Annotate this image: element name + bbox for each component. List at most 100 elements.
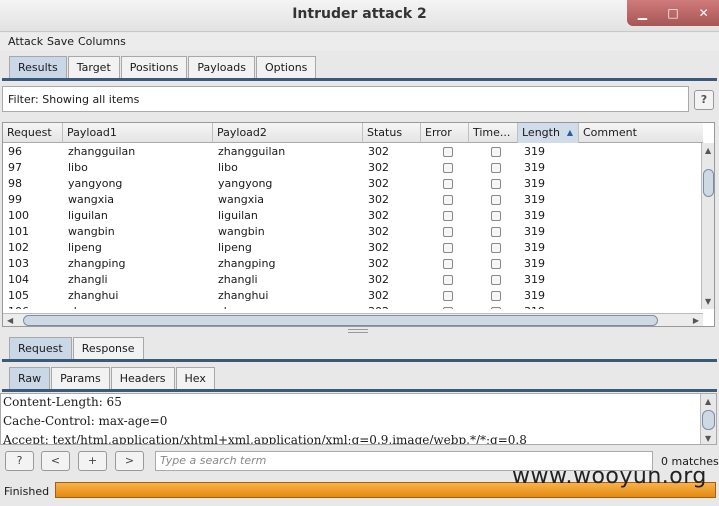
- tab-response[interactable]: Response: [72, 337, 144, 359]
- table-row[interactable]: 97 libo libo 302 319: [3, 160, 703, 176]
- cell-request: 96: [8, 145, 22, 158]
- tab-positions[interactable]: Positions: [120, 56, 188, 78]
- tab-params[interactable]: Params: [51, 367, 110, 389]
- raw-line: Cache-Control: max-age=0: [3, 414, 168, 428]
- table-body: 96 zhangguilan zhangguilan 302 319 97 libo libo…: [3, 144, 703, 309]
- next-match-button[interactable]: >: [115, 451, 144, 471]
- cell-status: 302: [368, 225, 389, 238]
- table-row[interactable]: 106 zhanyu zhanyu 302 319: [3, 304, 703, 309]
- table-vertical-scrollbar[interactable]: ▲ ▼: [701, 143, 714, 309]
- window-controls: ▁ □ ✕: [627, 0, 719, 26]
- tab-hex[interactable]: Hex: [175, 367, 215, 389]
- error-checkbox: [443, 259, 453, 269]
- cell-payload1: yangyong: [68, 177, 123, 190]
- cell-request: 102: [8, 241, 29, 254]
- cell-length: 319: [524, 209, 545, 222]
- table-horizontal-scrollbar[interactable]: ◀ ▶: [3, 313, 703, 326]
- col-payload1[interactable]: Payload1: [63, 123, 213, 143]
- cell-length: 319: [524, 161, 545, 174]
- raw-line: Content-Length: 65: [3, 395, 122, 409]
- cell-length: 319: [524, 241, 545, 254]
- col-comment[interactable]: Comment: [579, 123, 703, 143]
- table-row[interactable]: 98 yangyong yangyong 302 319: [3, 176, 703, 192]
- table-row[interactable]: 103 zhangping zhangping 302 319: [3, 256, 703, 272]
- time-checkbox: [491, 227, 501, 237]
- close-button[interactable]: ✕: [692, 3, 716, 23]
- error-checkbox: [443, 163, 453, 173]
- cell-request: 104: [8, 273, 29, 286]
- cell-payload2: wangxia: [218, 193, 264, 206]
- title-bar: Intruder attack 2 ▁ □ ✕: [0, 0, 719, 32]
- scroll-left-icon[interactable]: ◀: [7, 316, 13, 325]
- table-vscroll-thumb[interactable]: [703, 169, 714, 197]
- cell-payload2: liguilan: [218, 209, 258, 222]
- cell-request: 103: [8, 257, 29, 270]
- time-checkbox: [491, 275, 501, 285]
- tab-headers[interactable]: Headers: [110, 367, 175, 389]
- cell-payload2: yangyong: [218, 177, 273, 190]
- cell-payload2: wangbin: [218, 225, 265, 238]
- menu-bar: Attack Save Columns: [0, 33, 719, 51]
- cell-length: 319: [524, 193, 545, 206]
- editor-vertical-scrollbar[interactable]: ▲ ▼: [700, 394, 716, 444]
- search-help-button[interactable]: ?: [5, 451, 34, 471]
- col-request[interactable]: Request: [3, 123, 63, 143]
- results-table: Request Payload1 Payload2 Status Error T…: [2, 122, 715, 327]
- scroll-down-icon[interactable]: ▼: [705, 434, 711, 443]
- tab-request[interactable]: Request: [9, 337, 72, 359]
- cell-payload1: zhangli: [68, 273, 108, 286]
- editor-scroll-thumb[interactable]: [702, 410, 715, 430]
- menu-save[interactable]: Save: [47, 35, 74, 48]
- main-tabs-underline: [2, 78, 717, 81]
- col-error[interactable]: Error: [421, 123, 469, 143]
- pane-splitter[interactable]: [348, 329, 368, 333]
- tab-target[interactable]: Target: [67, 56, 120, 78]
- help-button[interactable]: ?: [694, 90, 714, 110]
- time-checkbox: [491, 195, 501, 205]
- cell-length: 319: [524, 225, 545, 238]
- cell-payload2: zhangping: [218, 257, 276, 270]
- table-row[interactable]: 96 zhangguilan zhangguilan 302 319: [3, 144, 703, 160]
- table-row[interactable]: 99 wangxia wangxia 302 319: [3, 192, 703, 208]
- error-checkbox: [443, 227, 453, 237]
- table-row[interactable]: 105 zhanghui zhanghui 302 319: [3, 288, 703, 304]
- status-text: Finished: [4, 485, 50, 498]
- scroll-down-icon[interactable]: ▼: [705, 297, 711, 306]
- maximize-button[interactable]: □: [661, 3, 685, 23]
- scroll-up-icon[interactable]: ▲: [705, 146, 711, 155]
- col-status[interactable]: Status: [363, 123, 421, 143]
- watermark: www.wooyun.org: [512, 464, 707, 489]
- raw-request-editor[interactable]: Content-Length: 65 Cache-Control: max-ag…: [0, 393, 717, 445]
- cell-payload1: zhanghui: [68, 289, 119, 302]
- view-tabs: Raw Params Headers Hex: [9, 367, 216, 389]
- minimize-button[interactable]: ▁: [630, 3, 654, 23]
- previous-match-button[interactable]: <: [41, 451, 70, 471]
- menu-attack[interactable]: Attack: [8, 35, 43, 48]
- filter-bar[interactable]: Filter: Showing all items: [2, 86, 689, 112]
- scroll-up-icon[interactable]: ▲: [705, 397, 711, 406]
- col-payload2[interactable]: Payload2: [213, 123, 363, 143]
- cell-request: 97: [8, 161, 22, 174]
- tab-results[interactable]: Results: [9, 56, 67, 78]
- error-checkbox: [443, 243, 453, 253]
- cell-payload1: zhangping: [68, 257, 126, 270]
- scroll-right-icon[interactable]: ▶: [693, 316, 699, 325]
- window-title: Intruder attack 2: [292, 6, 427, 22]
- cell-length: 319: [524, 305, 545, 309]
- tab-options[interactable]: Options: [255, 56, 317, 78]
- add-button[interactable]: +: [78, 451, 107, 471]
- table-row[interactable]: 100 liguilan liguilan 302 319: [3, 208, 703, 224]
- cell-payload2: lipeng: [218, 241, 252, 254]
- table-hscroll-thumb[interactable]: [23, 315, 658, 326]
- table-row[interactable]: 104 zhangli zhangli 302 319: [3, 272, 703, 288]
- cell-request: 101: [8, 225, 29, 238]
- cell-payload2: zhanghui: [218, 289, 269, 302]
- col-length[interactable]: Length ▲: [518, 123, 579, 143]
- tab-raw[interactable]: Raw: [9, 367, 51, 389]
- table-row[interactable]: 102 lipeng lipeng 302 319: [3, 240, 703, 256]
- raw-line: Accept: text/html,application/xhtml+xml,…: [3, 433, 527, 445]
- table-row[interactable]: 101 wangbin wangbin 302 319: [3, 224, 703, 240]
- menu-columns[interactable]: Columns: [78, 35, 126, 48]
- col-time[interactable]: Time...: [469, 123, 518, 143]
- tab-payloads[interactable]: Payloads: [188, 56, 255, 78]
